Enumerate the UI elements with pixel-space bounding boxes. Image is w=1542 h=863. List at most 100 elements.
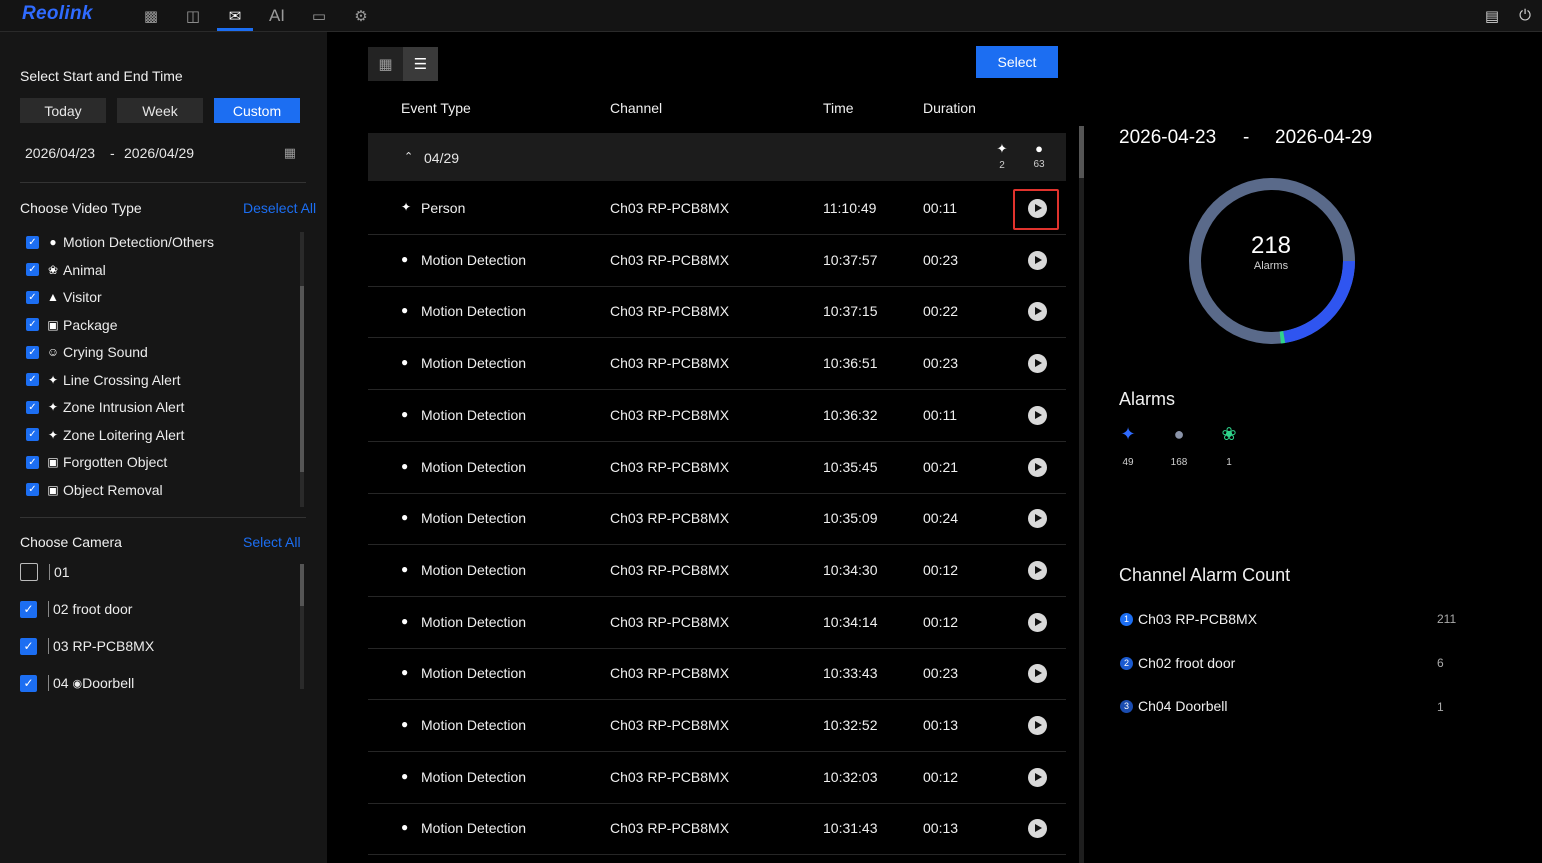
video-type-item[interactable]: ✓ ✦ Zone Intrusion Alert (26, 397, 184, 417)
video-type-item[interactable]: ✓ ✦ Zone Loitering Alert (26, 425, 184, 445)
checkbox[interactable]: ✓ (26, 345, 39, 359)
checkbox[interactable]: ✓ (26, 318, 39, 331)
playback-icon[interactable]: ◫ (175, 0, 211, 31)
play-icon[interactable] (1028, 560, 1047, 580)
event-row[interactable]: ● Motion Detection Ch03 RP-PCB8MX 10:33:43 0… (368, 648, 1066, 701)
play-icon[interactable] (1028, 664, 1047, 684)
event-type: Person (421, 200, 466, 216)
list-view-icon[interactable]: ☰ (403, 47, 438, 81)
group-motion-count: ● 63 (1027, 141, 1051, 170)
event-row[interactable]: ● Motion Detection Ch03 RP-PCB8MX 10:36:51 0… (368, 338, 1066, 391)
video-type-item[interactable]: ✓ ▲ Visitor (26, 287, 102, 307)
event-row[interactable]: ● Motion Detection Ch03 RP-PCB8MX 10:34:30 0… (368, 545, 1066, 597)
checkbox[interactable]: ✓ (26, 455, 39, 469)
camera-item-03[interactable]: ✓ 03 RP-PCB8MX (20, 636, 154, 656)
checkbox[interactable]: ✓ (26, 428, 39, 441)
checkbox[interactable] (20, 563, 38, 581)
motion-icon: ● (401, 406, 409, 421)
device-icon[interactable]: ▭ (301, 0, 337, 31)
camera-scroll-thumb[interactable] (300, 564, 304, 606)
group-person-count: ✦ 2 (990, 141, 1014, 171)
play-icon[interactable] (1028, 457, 1047, 477)
deselect-all-link[interactable]: Deselect All (243, 200, 316, 216)
event-row[interactable]: ● Motion Detection Ch03 RP-PCB8MX 10:36:32 0… (368, 390, 1066, 442)
settings-icon[interactable]: ⚙ (343, 0, 379, 31)
checkbox[interactable]: ✓ (26, 400, 39, 414)
play-icon[interactable] (1028, 302, 1047, 322)
video-type-item[interactable]: ✓ ● Motion Detection/Others (26, 232, 214, 252)
play-icon[interactable] (1028, 509, 1047, 529)
event-channel: Ch03 RP-PCB8MX (610, 355, 730, 372)
event-time: 10:36:51 (823, 355, 878, 372)
video-type-item[interactable]: ✓ ✦ Line Crossing Alert (26, 370, 181, 390)
alarm-videos-icon[interactable]: ✉ (217, 0, 253, 31)
event-duration: 00:11 (923, 406, 957, 423)
live-view-icon[interactable]: ▩ (133, 0, 169, 31)
header-event-type: Event Type (401, 100, 471, 116)
checkbox[interactable]: ✓ (20, 674, 37, 692)
grid-view-icon[interactable]: ▦ (368, 47, 403, 81)
custom-button[interactable]: Custom (214, 98, 300, 123)
video-type-title: Choose Video Type (20, 200, 142, 216)
play-icon[interactable] (1028, 716, 1047, 735)
checkbox[interactable]: ✓ (20, 600, 37, 618)
chevron-up-icon[interactable]: ⌃ (404, 150, 413, 163)
video-type-label: Zone Loitering Alert (63, 426, 185, 443)
start-date[interactable]: 2026/04/23 (25, 145, 95, 161)
select-button[interactable]: Select (976, 46, 1058, 78)
date-range-field[interactable]: 2026/04/23 - 2026/04/29 ▦ (20, 143, 306, 169)
person-icon: ✦ (996, 141, 1008, 156)
event-channel: Ch03 RP-PCB8MX (610, 717, 730, 733)
motion-icon: ● (401, 768, 409, 783)
play-icon[interactable] (1028, 612, 1047, 632)
play-icon[interactable] (1028, 767, 1047, 787)
checkbox[interactable]: ✓ (26, 235, 39, 249)
list-scrollbar[interactable] (1079, 126, 1084, 863)
event-type: Motion Detection (421, 303, 527, 320)
video-type-scroll-thumb[interactable] (300, 286, 304, 472)
checkbox[interactable]: ✓ (26, 290, 39, 304)
calendar-icon[interactable]: ▦ (284, 145, 296, 161)
event-row[interactable]: ● Motion Detection Ch03 RP-PCB8MX 10:31:43 0… (368, 803, 1066, 856)
video-type-item[interactable]: ✓ ▣ Object Removal (26, 480, 163, 500)
end-date[interactable]: 2026/04/29 (124, 145, 194, 161)
event-row[interactable]: ✦ Person Ch03 RP-PCB8MX 11:10:49 00:11 (368, 183, 1066, 235)
video-type-item[interactable]: ✓ ▣ Forgotten Object (26, 452, 167, 472)
event-row[interactable]: ● Motion Detection Ch03 RP-PCB8MX 10:37:15 0… (368, 286, 1066, 339)
play-icon[interactable] (1028, 405, 1047, 425)
event-time: 10:36:32 (823, 406, 878, 423)
event-row[interactable]: ● Motion Detection Ch03 RP-PCB8MX 10:37:57 0… (368, 235, 1066, 287)
video-type-label: Crying Sound (63, 344, 148, 360)
event-row[interactable]: ● Motion Detection Ch03 RP-PCB8MX 10:32:52 0… (368, 700, 1066, 752)
channel-alarm-title: Channel Alarm Count (1119, 565, 1291, 585)
today-button[interactable]: Today (20, 98, 106, 123)
event-row[interactable]: ● Motion Detection Ch03 RP-PCB8MX 10:35:45 0… (368, 442, 1066, 494)
camera-item-02[interactable]: ✓ 02 froot door (20, 599, 132, 619)
filter-panel: Select Start and End Time Today Week Cus… (0, 32, 327, 863)
list-scroll-thumb[interactable] (1079, 126, 1084, 178)
event-row[interactable]: ● Motion Detection Ch03 RP-PCB8MX 10:34:14 0… (368, 597, 1066, 649)
video-type-item[interactable]: ✓ ☺ Crying Sound (26, 342, 148, 362)
power-icon[interactable]: ⏻ (1511, 0, 1539, 31)
checkbox[interactable]: ✓ (20, 637, 37, 655)
play-icon[interactable] (1028, 354, 1047, 374)
event-time: 10:31:43 (823, 820, 878, 837)
checkbox[interactable]: ✓ (26, 483, 39, 496)
select-all-link[interactable]: Select All (243, 534, 301, 550)
video-type-item[interactable]: ✓ ▣ Package (26, 315, 117, 335)
checkbox[interactable]: ✓ (26, 373, 39, 386)
alarms-title: Alarms (1119, 389, 1176, 409)
play-icon[interactable] (1028, 250, 1047, 270)
camera-item-01[interactable]: 01 (20, 562, 70, 582)
ai-tab[interactable]: AI (259, 0, 295, 31)
play-icon[interactable] (1028, 819, 1047, 839)
checkbox[interactable]: ✓ (26, 263, 39, 276)
date-group-header[interactable]: ⌃ 04/29 ✦ 2 ● 63 (368, 133, 1066, 181)
event-row[interactable]: ● Motion Detection Ch03 RP-PCB8MX 10:35:09 0… (368, 493, 1066, 546)
camera-item-04[interactable]: ✓ 04 ◉ Doorbell (20, 673, 134, 693)
notes-icon[interactable]: ▤ (1478, 0, 1506, 31)
event-row[interactable]: ● Motion Detection Ch03 RP-PCB8MX 10:32:03 0… (368, 752, 1066, 804)
rank-badge: 2 (1120, 656, 1133, 670)
week-button[interactable]: Week (117, 98, 203, 123)
video-type-item[interactable]: ✓ ❀ Animal (26, 260, 106, 280)
